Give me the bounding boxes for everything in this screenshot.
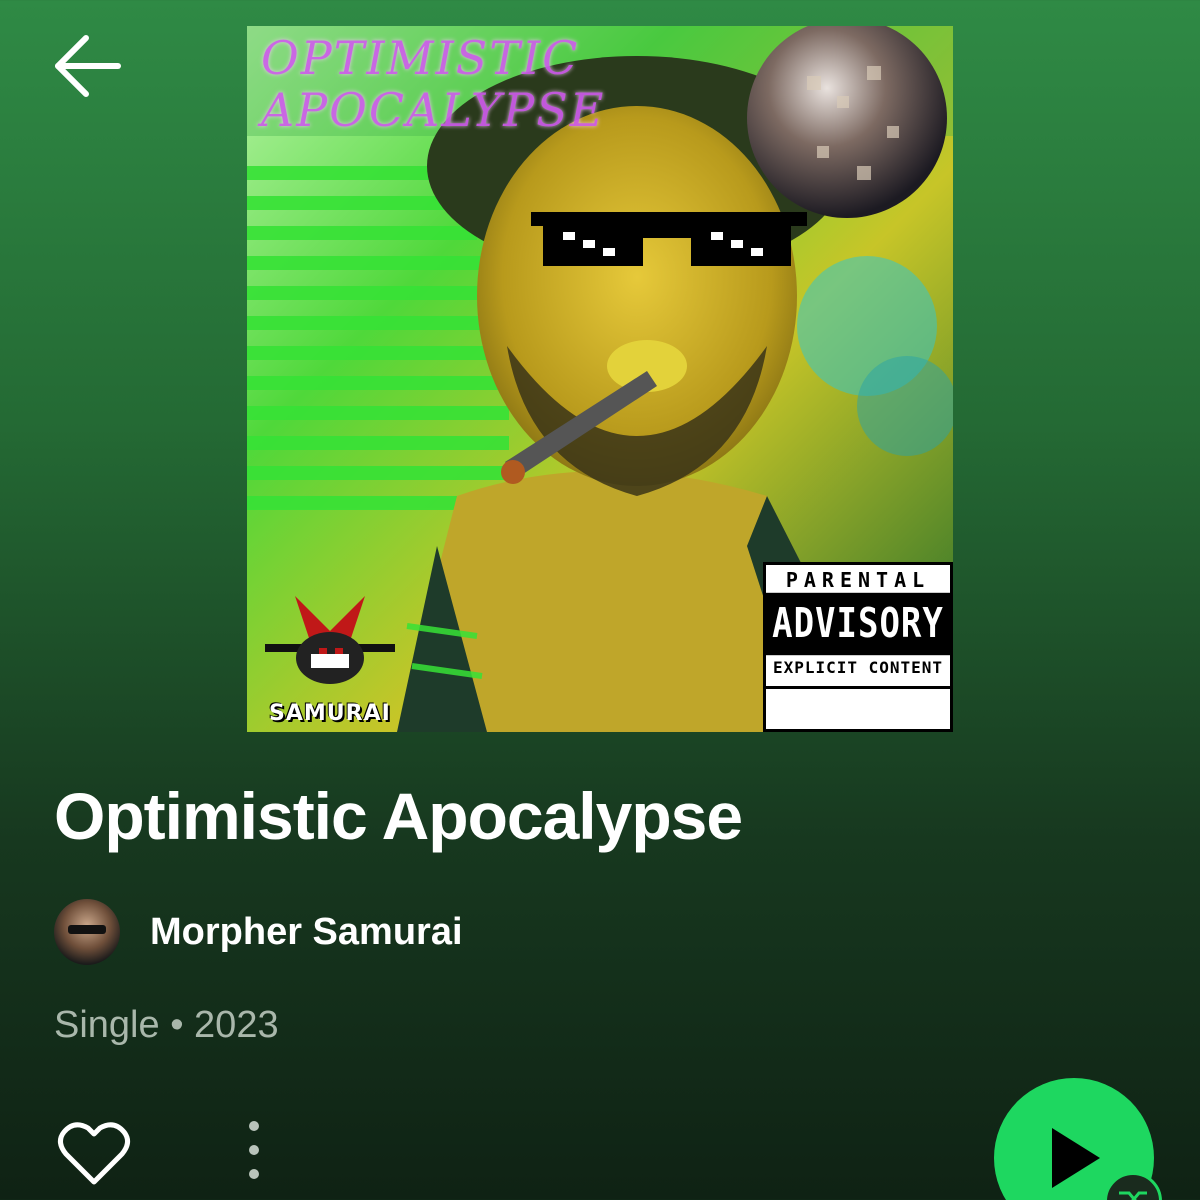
album-title: Optimistic Apocalypse (54, 779, 743, 853)
like-button[interactable] (54, 1118, 134, 1188)
back-button[interactable] (48, 28, 128, 108)
samurai-badge: SAMURAI (255, 586, 405, 726)
samurai-badge-text: SAMURAI (269, 701, 391, 726)
avatar-sunglasses (68, 925, 106, 934)
samurai-helmet-icon (265, 596, 395, 684)
artist-name[interactable]: Morpher Samurai (150, 911, 463, 954)
album-cover: OPTIMISTIC APOCALYPSE SAMURAI PARENTAL A… (247, 26, 953, 732)
parental-advisory-label: PARENTAL ADVISORY EXPLICIT CONTENT (763, 562, 953, 732)
artist-row[interactable]: Morpher Samurai (54, 898, 463, 966)
play-icon (1052, 1128, 1100, 1188)
artist-avatar[interactable] (54, 899, 120, 965)
more-options-button[interactable] (236, 1116, 272, 1196)
arrow-left-icon (55, 35, 121, 97)
shuffle-button[interactable] (1104, 1172, 1162, 1200)
heart-outline-icon (58, 1122, 130, 1185)
vertical-dots-icon (249, 1121, 259, 1179)
advisory-middle-text: ADVISORY (766, 592, 950, 656)
shuffle-icon (1119, 1191, 1147, 1200)
album-meta: Single • 2023 (54, 1004, 279, 1046)
cover-title-text: OPTIMISTIC APOCALYPSE (261, 31, 606, 137)
advisory-bottom-text: EXPLICIT CONTENT (766, 650, 950, 689)
